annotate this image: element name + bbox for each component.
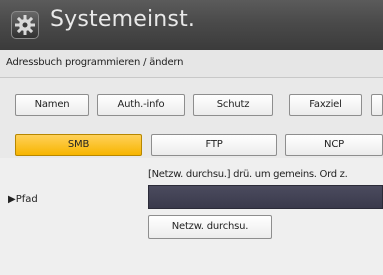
protocol-ftp-button[interactable]: FTP [151,134,277,156]
breadcrumb-bar: Adressbuch programmieren / ändern [0,50,383,78]
protocol-smb-button[interactable]: SMB [15,134,142,156]
title-bar: Systemeinst. [0,0,383,50]
tab-namen[interactable]: Namen [15,94,89,116]
path-label: ▶Pfad [8,194,38,205]
gear-icon [11,11,39,39]
tab-e[interactable]: E [371,94,383,116]
tab-auth-info[interactable]: Auth.-info [97,94,185,116]
path-input[interactable] [148,185,383,209]
tab-faxziel[interactable]: Faxziel [289,94,362,116]
page-title: Systemeinst. [50,7,196,32]
browse-hint: [Netzw. durchsu.] drü. um gemeins. Ord z… [148,169,348,180]
protocol-ncp-button[interactable]: NCP [285,134,383,156]
tab-schutz[interactable]: Schutz [193,94,273,116]
browse-network-button[interactable]: Netzw. durchsu. [148,215,272,239]
breadcrumb: Adressbuch programmieren / ändern [6,57,184,68]
